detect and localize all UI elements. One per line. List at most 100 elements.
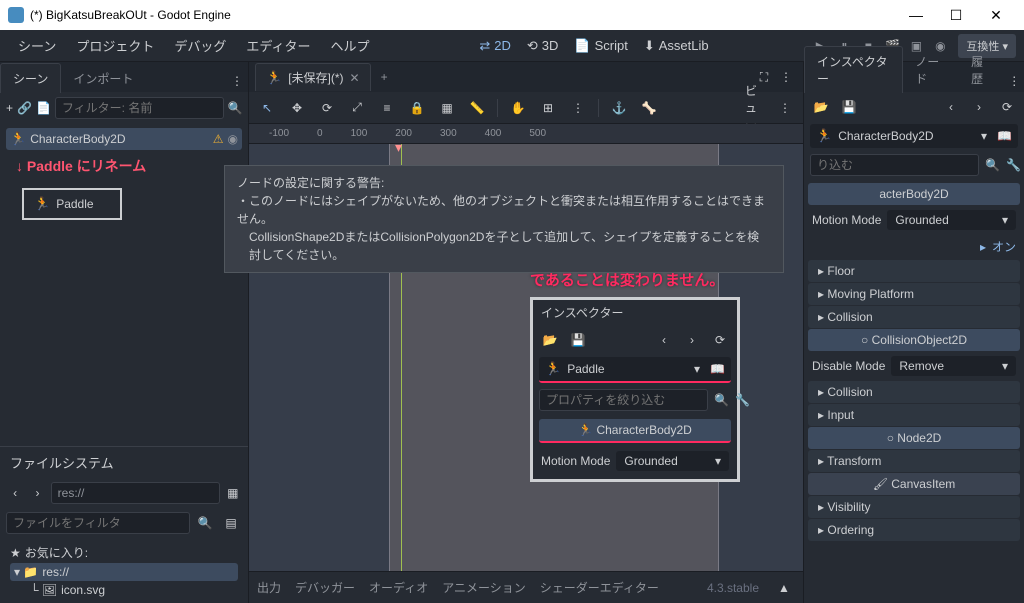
tab-output[interactable]: 出力	[257, 579, 281, 596]
fs-grid-icon[interactable]: ▤	[220, 512, 242, 534]
list-tool[interactable]: ≡	[377, 98, 397, 118]
scale-tool[interactable]: ⤢	[347, 98, 367, 118]
tab-audio[interactable]: オーディオ	[369, 579, 428, 596]
attach-script-button[interactable]: 📄	[36, 97, 51, 119]
class-node2d[interactable]: ○ Node2D	[808, 427, 1020, 449]
search-icon[interactable]: 🔍	[714, 389, 729, 411]
tab-scene[interactable]: シーン	[0, 63, 61, 93]
overlay-motion-dropdown[interactable]: Grounded▾	[616, 451, 729, 471]
section-transform[interactable]: ▸ Transform	[808, 450, 1020, 472]
search-icon[interactable]: 🔍	[228, 97, 243, 119]
tab-shader[interactable]: シェーダーエディター	[540, 579, 659, 596]
close-tab-button[interactable]: ✕	[350, 71, 360, 85]
class-canvasitem[interactable]: 🖌 CanvasItem	[808, 473, 1020, 495]
instance-button[interactable]: 🔗	[17, 97, 32, 119]
menu-project[interactable]: プロジェクト	[66, 32, 164, 59]
doc-icon[interactable]: 📖	[710, 362, 725, 376]
workspace-script[interactable]: 📄 Script	[566, 34, 635, 58]
section-ordering[interactable]: ▸ Ordering	[808, 519, 1020, 541]
history-fwd-button[interactable]: ›	[968, 96, 990, 118]
overlay-class[interactable]: 🏃 CharacterBody2D	[539, 419, 731, 443]
section-collision[interactable]: ▸ Collision	[808, 306, 1020, 328]
menu-help[interactable]: ヘルプ	[320, 32, 379, 59]
save-icon[interactable]: 💾	[567, 329, 589, 351]
add-node-button[interactable]: +	[6, 97, 13, 119]
doc-icon[interactable]: 📖	[997, 129, 1012, 143]
tab-history[interactable]: 履歴	[959, 47, 1004, 93]
view-button[interactable]: ビュー	[745, 98, 765, 118]
menu-scene[interactable]: シーン	[8, 32, 66, 59]
pan-tool[interactable]: ✋	[508, 98, 528, 118]
minimize-button[interactable]: —	[896, 0, 936, 30]
tab-node[interactable]: ノード	[903, 47, 959, 93]
new-scene-button[interactable]: +	[371, 66, 398, 88]
fs-file-icon[interactable]: └ 🖼 icon.svg	[10, 581, 238, 599]
fs-path-input[interactable]	[51, 482, 220, 504]
group-tool[interactable]: ▦	[437, 98, 457, 118]
section-floor[interactable]: ▸ Floor	[808, 260, 1020, 282]
menu-editor[interactable]: エディター	[236, 32, 320, 59]
fs-back-button[interactable]: ‹	[6, 486, 24, 500]
open-file-icon[interactable]: 📂	[810, 96, 832, 118]
history-back-button[interactable]: ‹	[940, 96, 962, 118]
scene-node-root[interactable]: 🏃 CharacterBody2D ⚠ ◉	[6, 128, 242, 150]
tool-icon[interactable]: 🔧	[735, 389, 750, 411]
scene-tab-unsaved[interactable]: 🏃 [未保存](*) ✕	[255, 63, 371, 91]
menu-debug[interactable]: デバッグ	[164, 32, 236, 59]
snap-tool[interactable]: ⊞	[538, 98, 558, 118]
tab-debugger[interactable]: デバッガー	[295, 579, 355, 596]
scene-filter-input[interactable]	[55, 97, 224, 119]
fs-split-icon[interactable]: ▦	[224, 482, 242, 504]
snap-config[interactable]: ⋮	[568, 98, 588, 118]
ruler-tool[interactable]: 📏	[467, 98, 487, 118]
scene-tree[interactable]: 🏃 CharacterBody2D ⚠ ◉ ↓ Paddle にリネーム 🏃 P…	[0, 124, 248, 446]
select-tool[interactable]: ↖	[257, 98, 277, 118]
more-icon[interactable]: ⋮	[775, 98, 795, 118]
maximize-button[interactable]: ☐	[936, 0, 976, 30]
fs-tree[interactable]: ★ お気に入り: ▾ 📁 res:// └ 🖼 icon.svg	[0, 538, 248, 603]
inspector-properties[interactable]: acterBody2D Motion Mode Grounded▾ ▸ オン ▸…	[804, 180, 1024, 603]
overlay-filter-input[interactable]	[539, 389, 708, 411]
class-collisionobject2d[interactable]: ○ CollisionObject2D	[808, 329, 1020, 351]
dock-menu-icon[interactable]: ⋮	[775, 66, 797, 88]
tab-animation[interactable]: アニメーション	[442, 579, 526, 596]
close-button[interactable]: ✕	[976, 0, 1016, 30]
search-icon[interactable]: 🔍	[194, 512, 216, 534]
inspector-node-picker[interactable]: 🏃 CharacterBody2D ▾ 📖	[810, 124, 1018, 148]
fs-favorites[interactable]: ★ お気に入り:	[10, 542, 238, 563]
fs-filter-input[interactable]	[6, 512, 190, 534]
tool-icon[interactable]: 🔧	[1006, 154, 1021, 176]
class-characterbody2d[interactable]: acterBody2D	[808, 183, 1020, 205]
history-fwd-button[interactable]: ›	[681, 329, 703, 351]
workspace-2d[interactable]: ⇄ 2D	[471, 34, 519, 58]
refresh-icon[interactable]: ⟳	[709, 329, 731, 351]
section-visibility[interactable]: ▸ Visibility	[808, 496, 1020, 518]
tab-inspector[interactable]: インスペクター	[804, 46, 903, 93]
overlay-node-picker[interactable]: 🏃 Paddle ▾ 📖	[539, 357, 731, 383]
save-icon[interactable]: 💾	[838, 96, 860, 118]
workspace-3d[interactable]: ⟲ 3D	[519, 34, 567, 58]
skeleton-tool[interactable]: 🦴	[639, 98, 659, 118]
section-moving-platform[interactable]: ▸ Moving Platform	[808, 283, 1020, 305]
move-tool[interactable]: ✥	[287, 98, 307, 118]
motion-mode-dropdown[interactable]: Grounded▾	[887, 210, 1016, 230]
warning-icon[interactable]: ⚠	[213, 132, 224, 146]
open-file-icon[interactable]: 📂	[539, 329, 561, 351]
lock-tool[interactable]: 🔒	[407, 98, 427, 118]
tab-import[interactable]: インポート	[61, 64, 145, 93]
section-collision2[interactable]: ▸ Collision	[808, 381, 1020, 403]
search-icon[interactable]: 🔍	[985, 154, 1000, 176]
anchor-tool[interactable]: ⚓	[609, 98, 629, 118]
workspace-assetlib[interactable]: ⬇ AssetLib	[636, 34, 717, 58]
visibility-icon[interactable]: ◉	[228, 132, 238, 146]
dock-menu-icon[interactable]: ⋮	[226, 70, 248, 92]
refresh-icon[interactable]: ⟳	[996, 96, 1018, 118]
section-input[interactable]: ▸ Input	[808, 404, 1020, 426]
inspector-filter-input[interactable]	[810, 154, 979, 176]
rotate-tool[interactable]: ⟳	[317, 98, 337, 118]
bottom-expand-icon[interactable]: ▲	[773, 577, 795, 599]
history-back-button[interactable]: ‹	[653, 329, 675, 351]
disable-mode-dropdown[interactable]: Remove▾	[891, 356, 1016, 376]
fs-root[interactable]: ▾ 📁 res://	[10, 563, 238, 581]
dock-menu-icon[interactable]: ⋮	[1004, 70, 1024, 92]
